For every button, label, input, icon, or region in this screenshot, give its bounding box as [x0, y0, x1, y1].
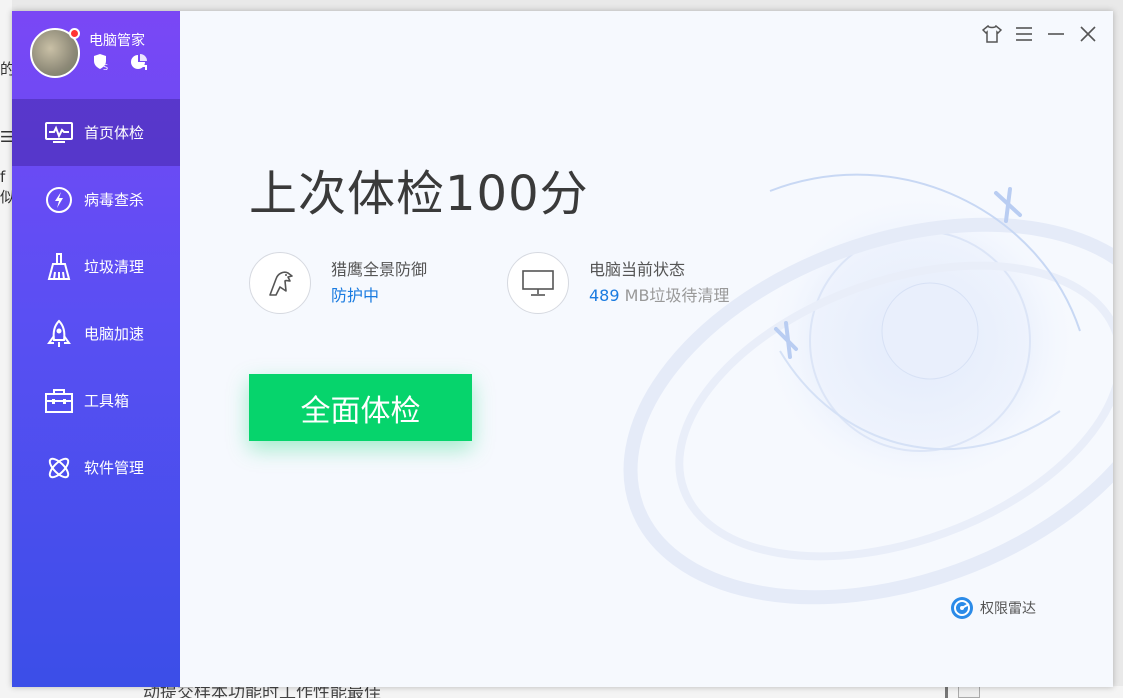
sidebar-item-junk-clean[interactable]: 垃圾清理: [12, 233, 180, 300]
permission-radar-label: 权限雷达: [980, 601, 1036, 617]
pc-state[interactable]: 电脑当前状态 489 MB垃圾待清理: [507, 252, 729, 314]
background-scrollbar: [945, 686, 948, 698]
app-window: 电脑管家 S 首页体检 病毒查杀 垃圾清理 电脑加速 工具箱 软件管理 上次体检…: [12, 11, 1113, 687]
notification-dot: [69, 28, 80, 39]
defense-status-text: 防护中: [331, 286, 380, 305]
toolbox-icon: [44, 386, 74, 416]
pc-state-title: 电脑当前状态: [589, 260, 686, 279]
sidebar-nav: 首页体检 病毒查杀 垃圾清理 电脑加速 工具箱 软件管理: [12, 99, 180, 501]
radar-icon: [951, 597, 973, 619]
sidebar: 电脑管家 S 首页体检 病毒查杀 垃圾清理 电脑加速 工具箱 软件管理: [12, 11, 180, 687]
sidebar-item-label: 软件管理: [84, 459, 145, 477]
defense-title: 猎鹰全景防御: [331, 260, 428, 279]
junk-size-unit: MB垃圾待清理: [624, 286, 730, 305]
svg-text:S: S: [103, 63, 108, 72]
sidebar-item-label: 病毒查杀: [84, 191, 145, 209]
shield-badge-icon[interactable]: S: [91, 52, 111, 72]
sidebar-item-home-checkup[interactable]: 首页体检: [12, 99, 180, 166]
sidebar-item-label: 工具箱: [84, 392, 130, 410]
profile-area: 电脑管家 S: [12, 11, 180, 99]
full-checkup-button[interactable]: 全面体检: [249, 374, 472, 441]
app-name: 电脑管家: [89, 33, 145, 49]
planet-decoration: [623, 173, 1113, 605]
background-window: 的 ☰ f似: [0, 0, 15, 698]
junk-size-value: 489: [589, 286, 620, 305]
background-text: 动提交样本功能时工作性能最佳: [143, 686, 381, 698]
main-panel: 上次体检100分 猎鹰全景防御 防护中 电脑当前状态 489 MB垃圾待清理 全…: [180, 11, 1113, 687]
broom-icon: [44, 252, 74, 282]
apps-icon: [44, 453, 74, 483]
sidebar-item-label: 电脑加速: [84, 325, 145, 343]
last-checkup-score: 上次体检100分: [249, 166, 589, 222]
sidebar-item-software-manager[interactable]: 软件管理: [12, 434, 180, 501]
defense-status[interactable]: 猎鹰全景防御 防护中: [249, 252, 427, 314]
permission-radar-link[interactable]: 权限雷达: [950, 596, 1036, 620]
monitor-icon: [507, 252, 569, 314]
window-controls: [981, 23, 1099, 45]
close-icon[interactable]: [1077, 23, 1099, 45]
pie-badge-icon[interactable]: [129, 52, 149, 72]
skin-shirt-icon[interactable]: [981, 23, 1003, 45]
sidebar-item-label: 垃圾清理: [84, 258, 145, 276]
sidebar-item-virus-scan[interactable]: 病毒查杀: [12, 166, 180, 233]
minimize-icon[interactable]: [1045, 23, 1067, 45]
rocket-icon: [44, 319, 74, 349]
eagle-icon: [249, 252, 311, 314]
lightning-shield-icon: [44, 185, 74, 215]
menu-icon[interactable]: [1013, 23, 1035, 45]
background-scroll-button: [958, 686, 980, 698]
avatar[interactable]: [30, 28, 80, 78]
sidebar-item-label: 首页体检: [84, 124, 145, 142]
background-window-bottom: 动提交样本功能时工作性能最佳: [0, 686, 1123, 698]
sidebar-item-speed-up[interactable]: 电脑加速: [12, 300, 180, 367]
sidebar-item-toolbox[interactable]: 工具箱: [12, 367, 180, 434]
monitor-pulse-icon: [44, 118, 74, 148]
